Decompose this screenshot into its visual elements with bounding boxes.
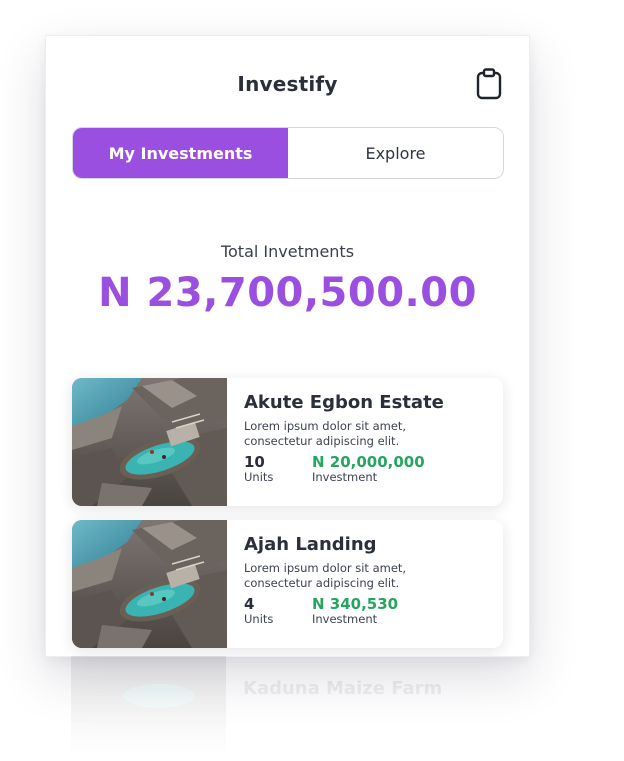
property-description: Lorem ipsum dolor sit amet, consectetur … [244, 419, 407, 448]
investment-stat: N 20,000,000 Investment [312, 453, 425, 483]
card-details: Ajah Landing Lorem ipsum dolor sit amet,… [244, 534, 493, 625]
reflection-title: Kaduna Maize Farm [243, 678, 443, 699]
property-image [72, 378, 227, 506]
units-stat: 4 Units [244, 595, 312, 625]
clipboard-icon[interactable] [475, 68, 503, 100]
units-label: Units [244, 612, 274, 626]
property-title: Ajah Landing [244, 534, 377, 555]
reflection-image [71, 656, 226, 756]
tab-explore[interactable]: Explore [288, 128, 503, 178]
investment-label: Investment [312, 612, 378, 626]
investment-amount: N 20,000,000 [312, 453, 425, 471]
units-stat: 10 Units [244, 453, 312, 483]
investment-card[interactable]: Ajah Landing Lorem ipsum dolor sit amet,… [72, 520, 503, 648]
investment-card[interactable]: Akute Egbon Estate Lorem ipsum dolor sit… [72, 378, 503, 506]
app-title: Investify [237, 72, 338, 96]
property-description: Lorem ipsum dolor sit amet, consectetur … [244, 561, 407, 590]
app-screen: Investify My Investments Explore Total I… [45, 35, 530, 657]
investment-label: Investment [312, 470, 378, 484]
app-header: Investify [46, 68, 529, 102]
investment-stat: N 340,530 Investment [312, 595, 398, 625]
investment-tabs: My Investments Explore [72, 127, 504, 179]
screen-reflection: Kaduna Maize Farm [71, 656, 502, 756]
property-stats: 10 Units N 20,000,000 Investment [244, 453, 493, 483]
investment-amount: N 340,530 [312, 595, 399, 613]
total-investments-value: N 23,700,500.00 [98, 270, 477, 316]
units-count: 4 [244, 595, 255, 613]
property-title: Akute Egbon Estate [244, 392, 444, 413]
card-details: Akute Egbon Estate Lorem ipsum dolor sit… [244, 392, 493, 483]
tab-my-investments[interactable]: My Investments [73, 128, 288, 178]
property-stats: 4 Units N 340,530 Investment [244, 595, 493, 625]
total-investments-label: Total Invetments [220, 242, 355, 261]
property-image [72, 520, 227, 648]
page: Investify My Investments Explore Total I… [0, 0, 624, 761]
units-count: 10 [244, 453, 265, 471]
units-label: Units [244, 470, 274, 484]
